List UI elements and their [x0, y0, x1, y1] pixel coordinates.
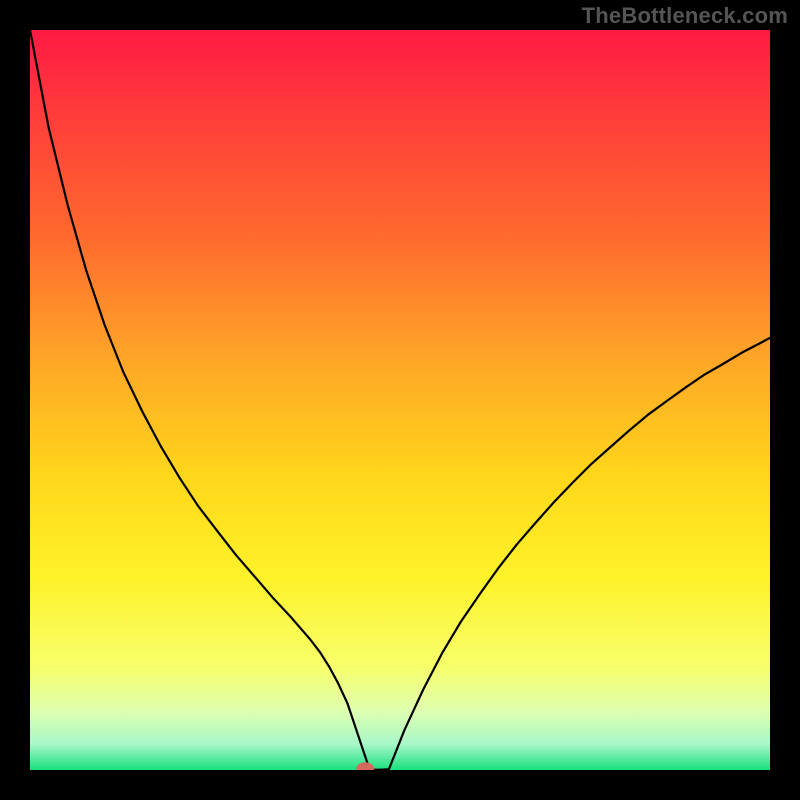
plot-area — [30, 30, 770, 770]
watermark-text: TheBottleneck.com — [582, 3, 788, 29]
gradient-background — [30, 30, 770, 770]
chart-svg — [30, 30, 770, 770]
chart-outer: TheBottleneck.com — [0, 0, 800, 800]
